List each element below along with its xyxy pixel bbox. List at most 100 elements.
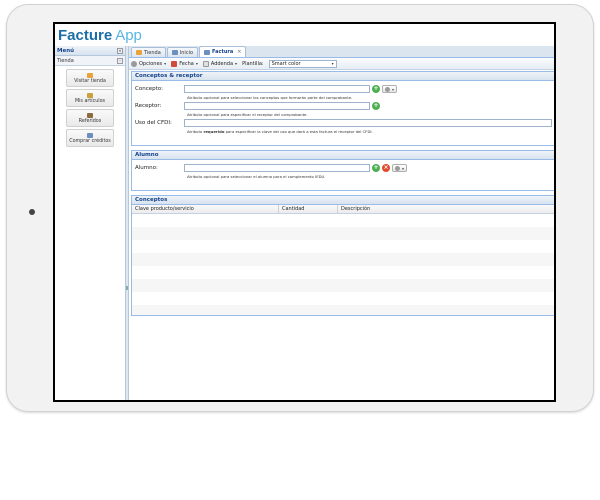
chevron-down-icon: ▾ <box>164 61 167 66</box>
uso-help-bold: requerido <box>203 129 225 134</box>
app-logo-bold: Facture <box>58 26 113 44</box>
gear-icon <box>385 86 390 92</box>
collapse-group-button[interactable]: – <box>117 57 123 64</box>
uso-help-pre: Atributo <box>187 129 204 134</box>
calendar-icon <box>171 60 178 67</box>
tab-label: Tienda <box>144 49 161 56</box>
alumno-help: Atributo opcional para seleccionar el al… <box>187 174 326 179</box>
chevron-down-icon: ▾ <box>392 86 395 92</box>
alumno-row: Alumno: + × ▾ <box>135 163 552 173</box>
menu-header: Menú « <box>55 46 125 56</box>
menu-group-label: Tienda <box>57 57 74 64</box>
tab-strip: Tienda Inicio Factura × <box>129 46 554 58</box>
main-panel: Tienda Inicio Factura × Opciones ▾ Fecha… <box>129 46 554 400</box>
chevron-down-icon: ▾ <box>235 61 238 66</box>
uso-cfdi-label: Uso del CFDI: <box>135 120 172 126</box>
tab-label: Factura <box>212 49 234 55</box>
tab-inicio[interactable]: Inicio <box>166 47 199 57</box>
alumno-input[interactable] <box>184 164 370 172</box>
column-header-descripcion[interactable]: Descripción <box>338 205 554 213</box>
menu-item-mis-articulos[interactable]: Mis artículos <box>66 89 114 107</box>
fecha-label: Fecha <box>179 60 194 67</box>
section-conceptos: Conceptos Clave producto/servicio Cantid… <box>131 195 554 316</box>
tab-tienda[interactable]: Tienda <box>131 47 166 57</box>
column-header-clave[interactable]: Clave producto/servicio <box>132 205 279 213</box>
addenda-button[interactable]: Addenda ▾ <box>202 60 238 67</box>
uso-cfdi-row: Uso del CFDI: <box>135 118 552 128</box>
plantilla-label: Plantilla: <box>242 60 264 67</box>
side-menu: Menú « Tienda – Visitar tienda Mis artíc… <box>55 46 126 400</box>
conceptos-grid-header: Clave producto/servicio Cantidad Descrip… <box>132 205 554 214</box>
section-conceptos-receptor: Conceptos & receptor Concepto: + ▾ Atrib… <box>131 71 554 146</box>
store-icon <box>87 72 93 78</box>
app-body: Menú « Tienda – Visitar tienda Mis artíc… <box>55 46 554 400</box>
alumno-label: Alumno: <box>135 165 158 171</box>
section-title: Alumno <box>132 151 554 160</box>
plantilla-select[interactable]: Smart color ▾ <box>268 59 337 68</box>
concepto-row: Concepto: + ▾ <box>135 84 552 94</box>
concepto-input[interactable] <box>184 85 370 93</box>
close-tab-icon[interactable]: × <box>237 49 241 55</box>
section-title: Conceptos <box>132 196 554 205</box>
menu-items: Visitar tienda Mis artículos Referidos C… <box>55 66 125 149</box>
gear-icon <box>395 165 400 171</box>
concepto-label: Concepto: <box>135 86 163 92</box>
menu-item-label: Referidos <box>78 118 102 124</box>
toolbar: Opciones ▾ Fecha ▾ Addenda ▾ Plantilla: <box>129 58 554 70</box>
chevron-down-icon: ▾ <box>331 61 334 66</box>
add-concepto-icon[interactable]: + <box>372 85 380 93</box>
collapse-menu-button[interactable]: « <box>117 47 123 54</box>
fecha-button[interactable]: Fecha ▾ <box>171 60 198 67</box>
concepto-help: Atributo opcional para seleccionar los c… <box>187 95 353 100</box>
column-header-cantidad[interactable]: Cantidad <box>279 205 338 213</box>
add-alumno-icon[interactable]: + <box>372 164 380 172</box>
document-icon <box>202 60 209 67</box>
menu-group-tienda[interactable]: Tienda – <box>55 56 125 66</box>
menu-item-visitar-tienda[interactable]: Visitar tienda <box>66 69 114 87</box>
store-icon <box>136 50 142 55</box>
tab-label: Inicio <box>179 49 194 56</box>
menu-item-referidos[interactable]: Referidos <box>66 109 114 127</box>
addenda-label: Addenda <box>210 60 234 67</box>
users-icon <box>87 112 93 118</box>
opciones-label: Opciones <box>139 60 163 67</box>
add-receptor-icon[interactable]: + <box>372 102 380 110</box>
section-title: Conceptos & receptor <box>132 72 554 81</box>
uso-help-post: para especificar la clave del uso que da… <box>224 129 373 134</box>
section-form: Concepto: + ▾ Atributo opcional para sel… <box>132 81 554 145</box>
menu-item-comprar-creditos[interactable]: Comprar créditos <box>66 129 114 147</box>
menu-title: Menú <box>57 47 75 54</box>
menu-item-label: Comprar créditos <box>69 138 111 144</box>
chevron-down-icon: ▾ <box>195 61 198 66</box>
remove-alumno-icon[interactable]: × <box>382 164 390 172</box>
app-screen: Facture App Menú « Tienda – Visitar tien… <box>53 22 556 402</box>
app-header: Facture App <box>55 24 554 46</box>
tablet-camera-dot <box>29 209 35 215</box>
receptor-label: Receptor: <box>135 103 162 109</box>
menu-item-label: Visitar tienda <box>74 78 106 84</box>
concepto-options-dropdown[interactable]: ▾ <box>382 85 398 93</box>
opciones-button[interactable]: Opciones ▾ <box>131 60 167 67</box>
tab-factura[interactable]: Factura × <box>199 46 247 57</box>
credit-card-icon <box>87 132 93 138</box>
conceptos-grid-body[interactable] <box>132 214 554 315</box>
menu-item-label: Mis artículos <box>74 98 106 104</box>
section-alumno: Alumno Alumno: + × ▾ Atributo opcional p… <box>131 150 554 191</box>
alumno-options-dropdown[interactable]: ▾ <box>392 164 408 172</box>
invoice-icon <box>204 49 211 55</box>
uso-cfdi-help: Atributo requerido para especificar la c… <box>187 128 552 135</box>
tablet-frame: Facture App Menú « Tienda – Visitar tien… <box>6 4 594 412</box>
uso-cfdi-input[interactable] <box>184 119 552 127</box>
receptor-input[interactable] <box>184 102 370 110</box>
form-content: Conceptos & receptor Concepto: + ▾ Atrib… <box>131 71 554 400</box>
app-logo-light: App <box>115 26 142 44</box>
home-icon <box>171 50 178 55</box>
section-form: Alumno: + × ▾ Atributo opcional para sel… <box>132 160 554 190</box>
chevron-down-icon: ▾ <box>402 165 405 171</box>
receptor-help: Atributo opcional para especificar el re… <box>187 112 308 117</box>
box-icon <box>87 92 93 98</box>
receptor-row: Receptor: + <box>135 101 552 111</box>
gear-icon <box>131 60 137 67</box>
